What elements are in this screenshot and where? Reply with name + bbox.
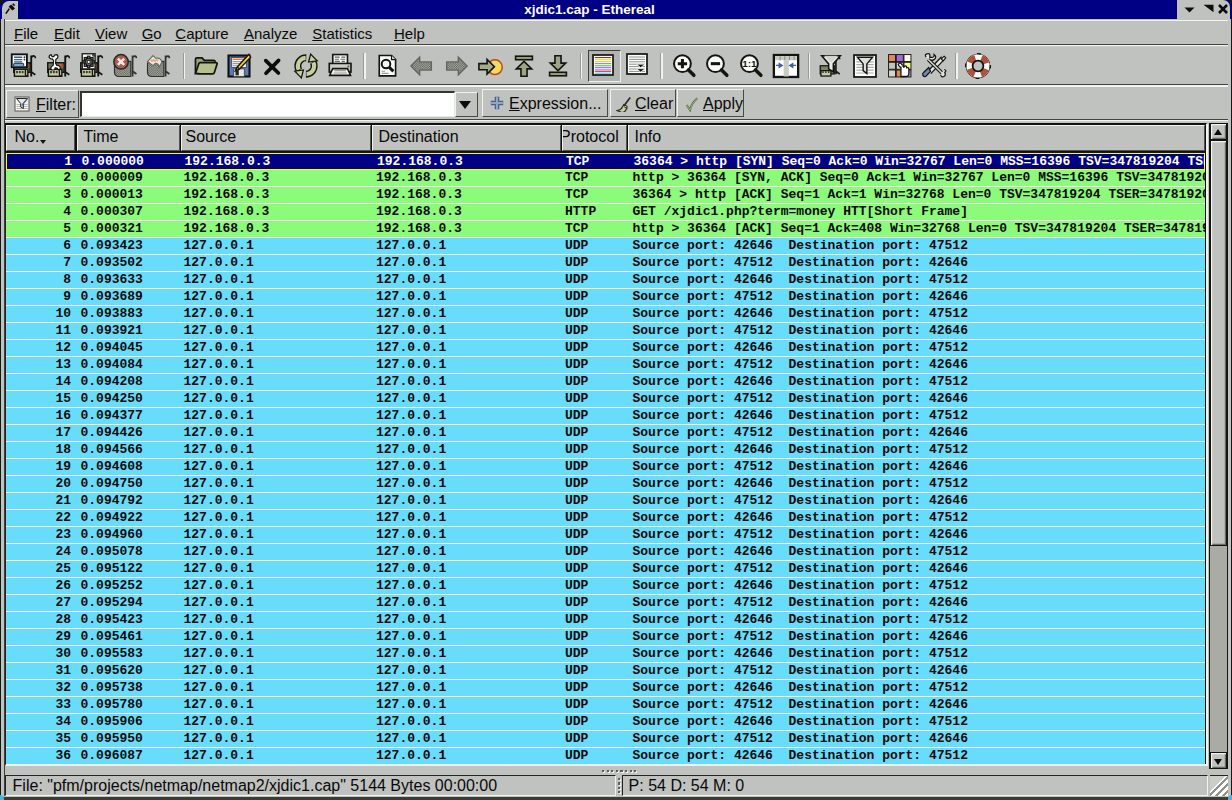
svg-text:1:1: 1:1	[742, 58, 757, 69]
